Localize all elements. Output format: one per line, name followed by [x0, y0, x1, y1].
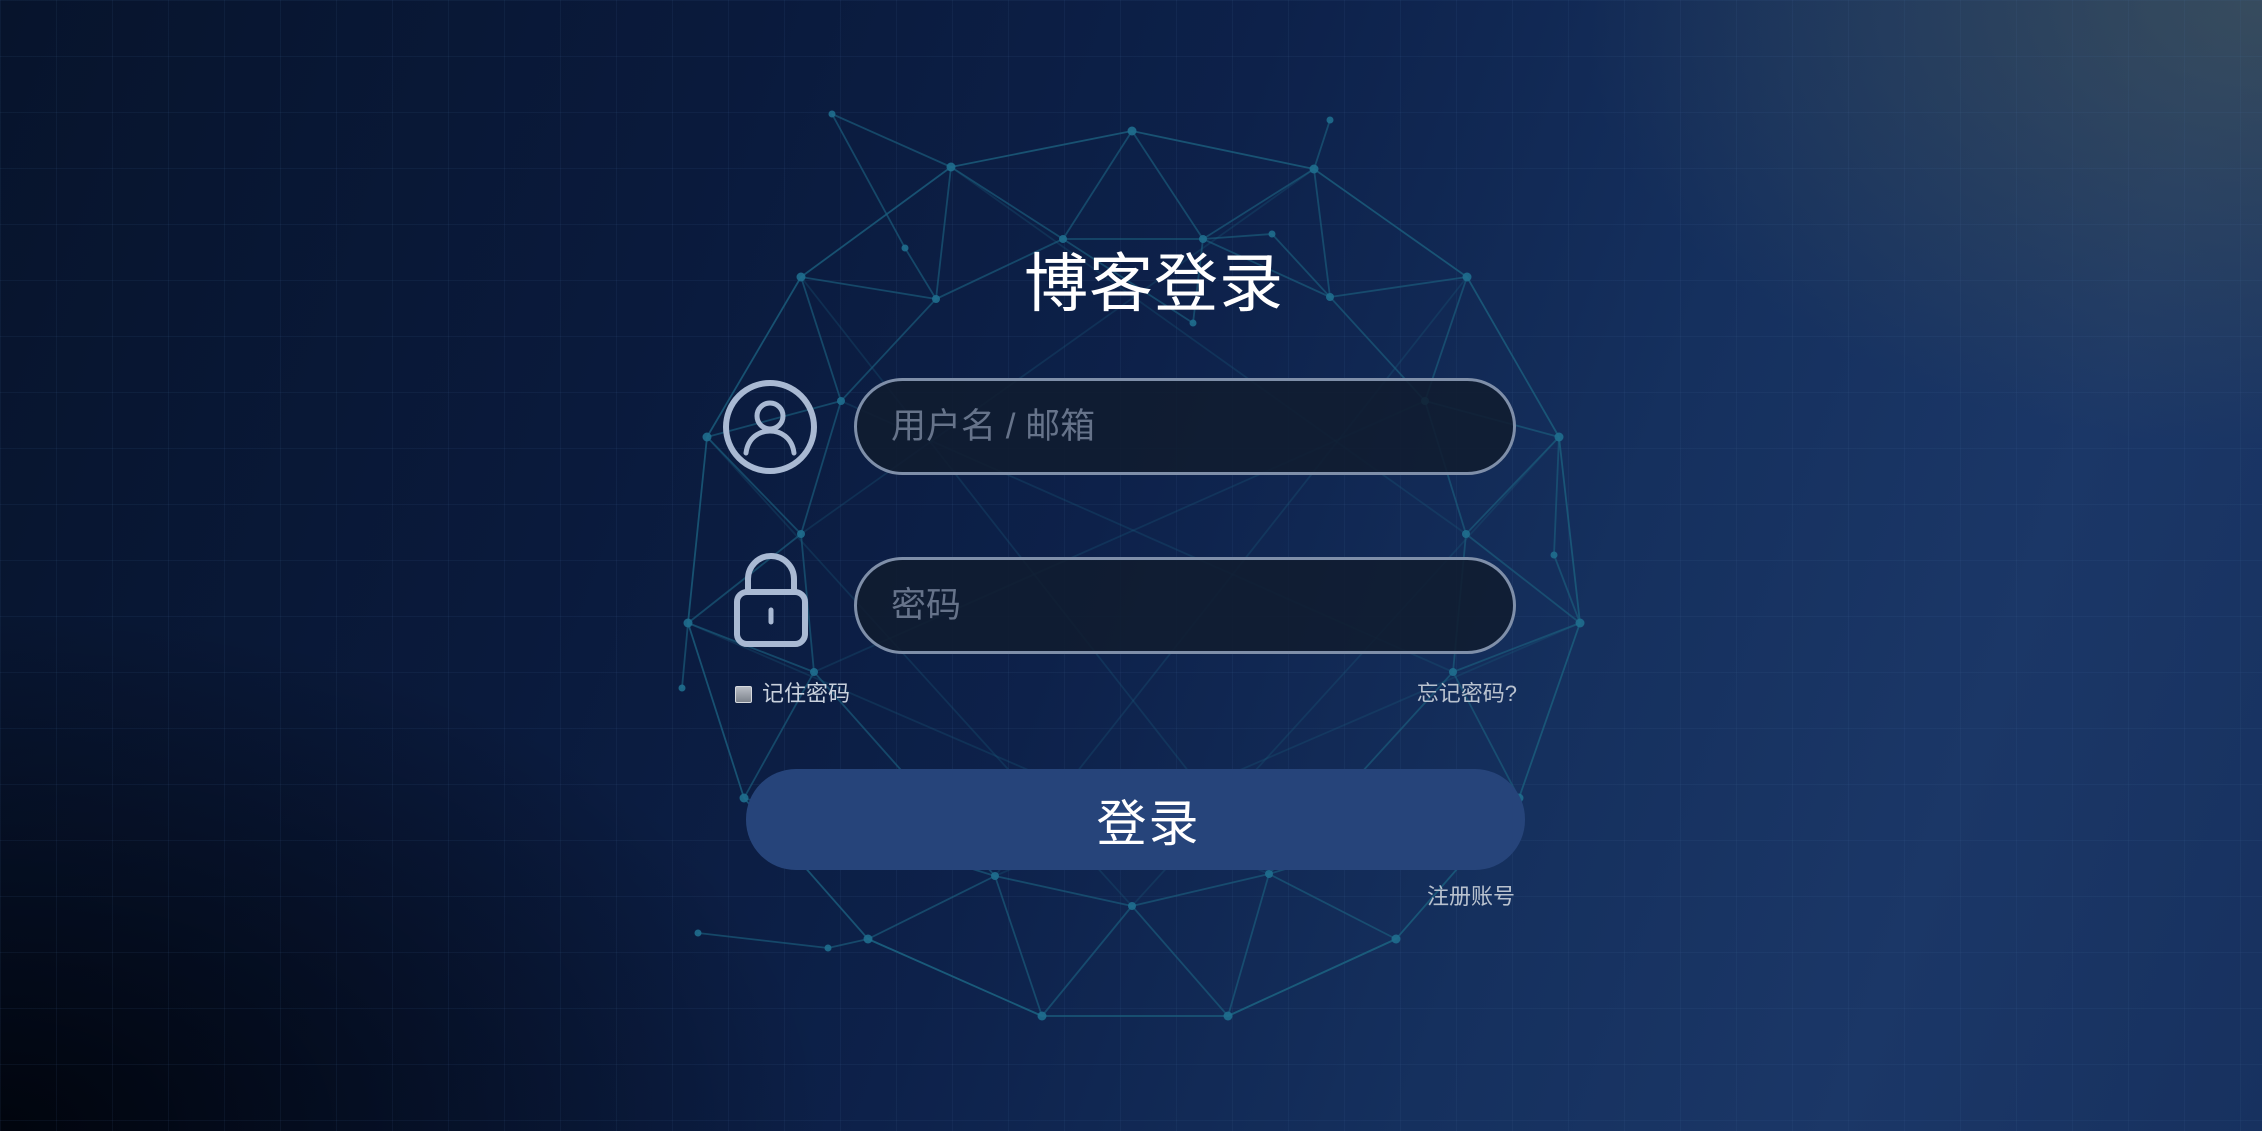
page-title: 博客登录: [1024, 248, 1284, 320]
lock-icon: [732, 552, 810, 648]
login-button[interactable]: 登录: [746, 769, 1525, 870]
username-input[interactable]: [854, 378, 1516, 475]
remember-password-option[interactable]: 记住密码: [735, 680, 850, 708]
password-input[interactable]: [854, 557, 1516, 654]
remember-password-label: 记住密码: [762, 681, 851, 706]
register-account-link[interactable]: 注册账号: [1315, 883, 1515, 911]
remember-password-checkbox[interactable]: [735, 685, 752, 703]
user-circle-icon: [722, 379, 818, 475]
forgot-password-link[interactable]: 忘记密码?: [1317, 680, 1517, 708]
